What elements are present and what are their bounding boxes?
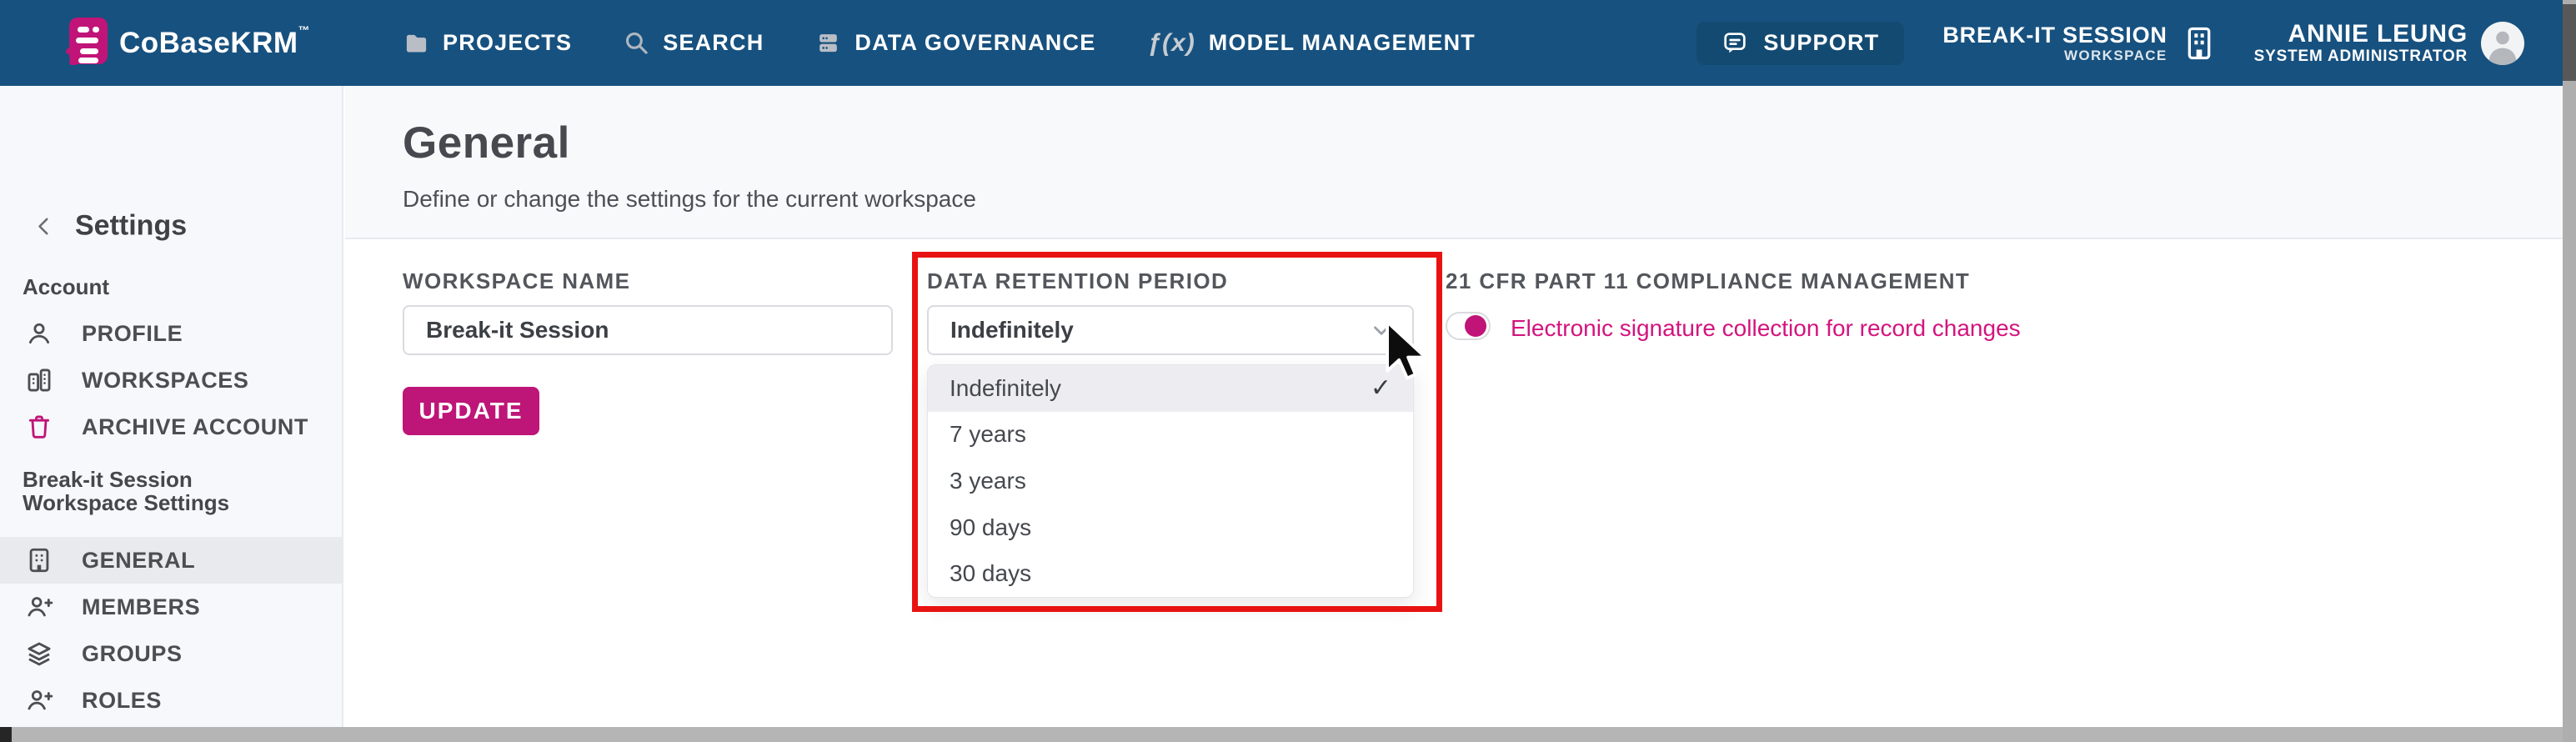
sidebar-item-label: GROUPS xyxy=(82,640,183,666)
support-button[interactable]: SUPPORT xyxy=(1696,21,1905,65)
trash-icon xyxy=(28,415,50,439)
dropdown-option-indefinitely[interactable]: Indefinitely ✓ xyxy=(928,365,1413,412)
workspace-name-label: WORKSPACE NAME xyxy=(403,268,631,293)
building-icon xyxy=(2188,27,2211,59)
sidebar-item-label: ARCHIVE ACCOUNT xyxy=(82,414,308,439)
buildings-icon xyxy=(28,368,51,392)
vertical-scrollbar-thumb[interactable] xyxy=(2563,4,2576,81)
sidebar-item-workspaces[interactable]: WORKSPACES xyxy=(0,357,342,404)
user-name: ANNIE LEUNG xyxy=(2288,19,2468,48)
sidebar-item-general[interactable]: GENERAL xyxy=(0,537,342,584)
user-role: SYSTEM ADMINISTRATOR xyxy=(2253,47,2468,65)
workspace-name: BREAK-IT SESSION xyxy=(1942,22,2168,48)
sidebar-item-label: WORKSPACES xyxy=(82,367,249,393)
avatar xyxy=(2481,21,2524,65)
compliance-label: 21 CFR PART 11 COMPLIANCE MANAGEMENT xyxy=(1446,268,1971,293)
sidebar-item-label: PROFILE xyxy=(82,320,183,346)
app-logo[interactable]: CoBaseKRM™ xyxy=(66,17,311,69)
toggle-knob xyxy=(1465,315,1486,337)
selected-value: Indefinitely xyxy=(950,317,1074,343)
nav-item-model-management[interactable]: ƒ(x) MODEL MANAGEMENT xyxy=(1147,29,1476,58)
page-header: General Define or change the settings fo… xyxy=(345,86,2563,239)
section-label-workspace-settings: Break-it Session Workspace Settings xyxy=(23,467,230,515)
topbar-right: SUPPORT BREAK-IT SESSION WORKSPACE ANNIE… xyxy=(1696,19,2524,66)
option-label: 3 years xyxy=(950,467,1026,494)
page-subtitle: Define or change the settings for the cu… xyxy=(403,186,976,212)
page-title: General xyxy=(403,118,570,168)
chevron-down-icon xyxy=(1374,326,1389,335)
nav-label: DATA GOVERNANCE xyxy=(854,30,1096,55)
sidebar-item-label: ROLES xyxy=(82,687,163,713)
nav-item-projects[interactable]: PROJECTS xyxy=(403,30,572,56)
nav-label: MODEL MANAGEMENT xyxy=(1208,30,1476,55)
check-icon: ✓ xyxy=(1370,374,1391,403)
update-button[interactable]: UPDATE xyxy=(403,387,539,435)
data-retention-dropdown: Indefinitely ✓ 7 years 3 years 90 days 3… xyxy=(927,364,1414,598)
data-retention-select[interactable]: Indefinitely xyxy=(927,305,1414,355)
sidebar-item-members[interactable]: MEMBERS xyxy=(0,584,342,630)
horizontal-scrollbar[interactable] xyxy=(0,727,2563,742)
sidebar-title: Settings xyxy=(75,209,188,242)
person-silhouette-icon xyxy=(2488,31,2517,65)
sidebar-item-label: GENERAL xyxy=(82,547,196,573)
layers-icon xyxy=(28,642,51,666)
function-icon: ƒ(x) xyxy=(1147,28,1195,57)
support-label: SUPPORT xyxy=(1763,30,1880,55)
esignature-toggle[interactable] xyxy=(1446,312,1491,340)
option-label: Indefinitely xyxy=(950,374,1061,401)
sidebar-item-label: MEMBERS xyxy=(82,594,201,619)
workspace-name-input[interactable] xyxy=(403,305,893,355)
user-menu[interactable]: ANNIE LEUNG SYSTEM ADMINISTRATOR xyxy=(2253,19,2524,66)
workspace-switcher[interactable]: BREAK-IT SESSION WORKSPACE xyxy=(1942,23,2215,64)
sidebar-item-archive-account[interactable]: ARCHIVE ACCOUNT xyxy=(0,404,342,450)
server-stack-icon xyxy=(819,34,838,53)
sidebar-item-groups[interactable]: GROUPS xyxy=(0,630,342,677)
folder-icon xyxy=(406,34,427,53)
workspace-sub-label: WORKSPACE xyxy=(2063,47,2168,63)
person-add-icon xyxy=(28,690,53,710)
nav-label: PROJECTS xyxy=(443,30,573,55)
option-label: 30 days xyxy=(950,560,1032,587)
trademark: ™ xyxy=(298,23,311,37)
search-icon xyxy=(626,32,648,54)
nav-item-data-governance[interactable]: DATA GOVERNANCE xyxy=(815,30,1095,56)
nav-item-search[interactable]: SEARCH xyxy=(624,30,764,56)
option-label: 90 days xyxy=(950,514,1032,540)
app-name: CoBaseKRM xyxy=(119,26,298,59)
data-retention-label: DATA RETENTION PERIOD xyxy=(927,268,1229,293)
section-label-account: Account xyxy=(23,274,109,299)
option-label: 7 years xyxy=(950,421,1026,448)
primary-nav: PROJECTS SEARCH DATA GOVERNANCE ƒ(x) MOD… xyxy=(403,29,1476,58)
chat-bubble-icon xyxy=(1724,32,1747,53)
dropdown-option-7-years[interactable]: 7 years xyxy=(928,412,1413,459)
dropdown-option-3-years[interactable]: 3 years xyxy=(928,458,1413,504)
dropdown-option-90-days[interactable]: 90 days xyxy=(928,504,1413,551)
sidebar-item-roles[interactable]: ROLES xyxy=(0,677,342,724)
sidebar-item-profile[interactable]: PROFILE xyxy=(0,310,342,357)
esignature-toggle-label: Electronic signature collection for reco… xyxy=(1511,315,2021,341)
app-logo-icon xyxy=(66,17,108,65)
settings-sidebar: Settings Account PROFILE WORKSPACES ARCH… xyxy=(0,86,343,742)
building-icon xyxy=(29,548,49,573)
person-add-icon xyxy=(28,597,53,617)
top-navbar: CoBaseKRM™ PROJECTS SEARCH DATA GOVERNAN… xyxy=(0,0,2563,86)
settings-back[interactable]: Settings xyxy=(33,210,187,243)
horizontal-scrollbar-thumb[interactable] xyxy=(0,727,12,742)
dropdown-option-30-days[interactable]: 30 days xyxy=(928,550,1413,597)
chevron-left-icon xyxy=(38,218,48,234)
person-icon xyxy=(28,323,50,344)
vertical-scrollbar[interactable] xyxy=(2563,0,2576,742)
nav-label: SEARCH xyxy=(663,30,764,55)
